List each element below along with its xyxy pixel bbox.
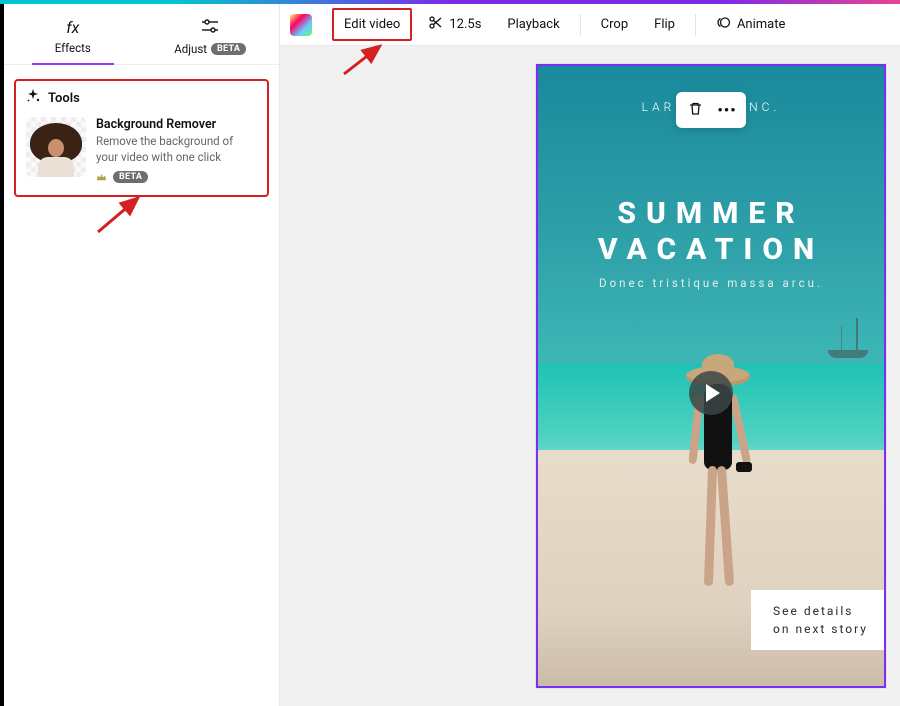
crop-label: Crop xyxy=(601,17,628,32)
beta-badge: BETA xyxy=(211,43,246,55)
video-play-button[interactable] xyxy=(689,371,733,415)
trim-duration-button[interactable]: 12.5s xyxy=(418,10,491,39)
crown-icon xyxy=(96,172,107,183)
tab-adjust-label: Adjust xyxy=(174,42,207,56)
canvas-area[interactable]: LAR NC. ••• xyxy=(280,46,900,706)
delete-button[interactable] xyxy=(680,96,710,124)
design-boats xyxy=(822,316,878,362)
tab-effects[interactable]: fx Effects xyxy=(4,12,142,64)
tab-adjust[interactable]: Adjust BETA xyxy=(142,12,280,64)
element-quick-actions: ••• xyxy=(676,92,746,128)
color-picker-button[interactable] xyxy=(290,14,312,36)
selected-video-element[interactable]: LAR NC. ••• xyxy=(536,64,886,688)
playback-label: Playback xyxy=(507,17,559,32)
cta-line2: on next story xyxy=(773,620,868,638)
animate-icon xyxy=(716,15,731,34)
toolbar-divider xyxy=(695,14,696,36)
flip-button[interactable]: Flip xyxy=(644,12,685,37)
tools-header-label: Tools xyxy=(48,91,80,106)
headline-text: SUMMER VACATION xyxy=(538,196,884,268)
tools-header: Tools xyxy=(26,89,257,117)
duration-label: 12.5s xyxy=(449,17,481,32)
edit-video-label: Edit video xyxy=(344,17,400,32)
sparkle-icon xyxy=(26,89,40,107)
sliders-icon xyxy=(201,18,219,38)
brand-text-left: LAR xyxy=(642,100,676,114)
context-toolbar: Edit video 12.5s Playback Crop Flip xyxy=(280,4,900,46)
crop-button[interactable]: Crop xyxy=(591,12,638,37)
side-panel: fx Effects Adjust BETA xyxy=(4,4,280,706)
cta-line1: See details xyxy=(773,602,868,620)
play-icon xyxy=(706,384,720,402)
side-tabs: fx Effects Adjust BETA xyxy=(4,4,279,65)
fx-icon: fx xyxy=(66,18,79,37)
tool-thumbnail xyxy=(26,117,86,177)
tool-beta-badge: BETA xyxy=(113,171,148,183)
annotation-arrow-tool xyxy=(90,190,160,244)
flip-label: Flip xyxy=(654,17,675,32)
scissors-icon xyxy=(428,15,443,34)
more-button[interactable]: ••• xyxy=(712,96,742,124)
more-icon: ••• xyxy=(717,101,736,119)
animate-button[interactable]: Animate xyxy=(706,10,795,39)
tab-effects-label: Effects xyxy=(55,41,91,55)
tool-bg-remover[interactable]: Background Remover Remove the background… xyxy=(26,117,257,183)
toolbar-divider xyxy=(580,14,581,36)
trash-icon xyxy=(688,101,703,120)
animate-label: Animate xyxy=(737,17,785,32)
subheadline-text: Donec tristique massa arcu. xyxy=(538,276,884,290)
tool-description: Remove the background of your video with… xyxy=(96,134,257,165)
headline-line2: VACATION xyxy=(538,232,884,268)
cta-box: See details on next story xyxy=(751,590,886,650)
tool-title: Background Remover xyxy=(96,117,257,132)
tools-section-highlight: Tools Background Remover Remove the back… xyxy=(14,79,269,197)
playback-button[interactable]: Playback xyxy=(497,12,569,37)
headline-line1: SUMMER xyxy=(538,196,884,232)
edit-video-button[interactable]: Edit video xyxy=(332,8,412,41)
editor-main: Edit video 12.5s Playback Crop Flip xyxy=(280,4,900,706)
brand-text-right: NC. xyxy=(749,100,780,114)
